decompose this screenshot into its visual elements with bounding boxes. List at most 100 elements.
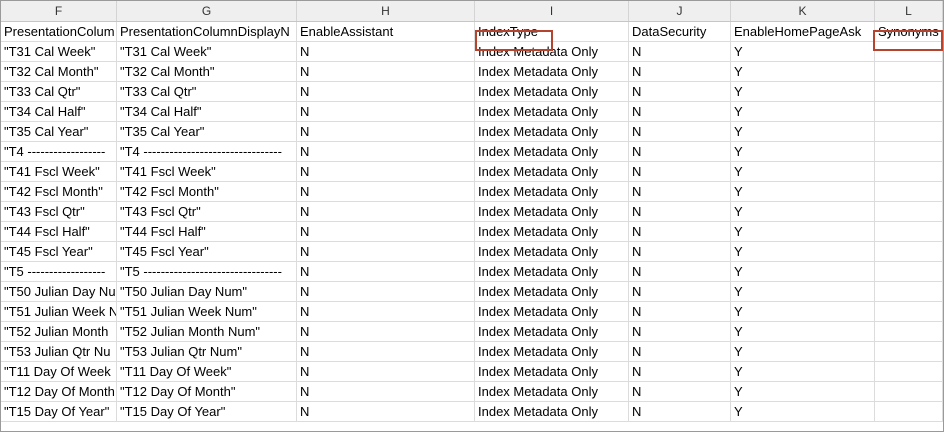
cell-enable-assistant[interactable]: N bbox=[297, 162, 475, 182]
cell-synonyms[interactable] bbox=[875, 82, 943, 102]
cell-presentation-column[interactable]: "T51 Julian Week N bbox=[1, 302, 117, 322]
cell-presentation-column[interactable]: "T52 Julian Month bbox=[1, 322, 117, 342]
cell-synonyms[interactable] bbox=[875, 202, 943, 222]
cell-index-type[interactable]: Index Metadata Only bbox=[475, 302, 629, 322]
cell-synonyms[interactable] bbox=[875, 262, 943, 282]
cell-enable-assistant[interactable]: N bbox=[297, 322, 475, 342]
cell-index-type[interactable]: Index Metadata Only bbox=[475, 182, 629, 202]
cell-presentation-column-display[interactable]: "T11 Day Of Week" bbox=[117, 362, 297, 382]
cell-index-type[interactable]: Index Metadata Only bbox=[475, 362, 629, 382]
cell-presentation-column-display[interactable]: "T15 Day Of Year" bbox=[117, 402, 297, 422]
cell-data-security[interactable]: N bbox=[629, 362, 731, 382]
cell-enable-assistant[interactable]: N bbox=[297, 282, 475, 302]
cell-synonyms[interactable] bbox=[875, 402, 943, 422]
cell-data-security[interactable]: N bbox=[629, 82, 731, 102]
cell-synonyms[interactable] bbox=[875, 242, 943, 262]
cell-enable-assistant[interactable]: N bbox=[297, 242, 475, 262]
cell-presentation-column-display[interactable]: "T32 Cal Month" bbox=[117, 62, 297, 82]
cell-presentation-column[interactable]: "T4 ------------------ bbox=[1, 142, 117, 162]
cell-enable-home-page-ask[interactable]: Y bbox=[731, 122, 875, 142]
cell-enable-assistant[interactable]: N bbox=[297, 302, 475, 322]
cell-data-security[interactable]: N bbox=[629, 322, 731, 342]
cell-synonyms[interactable] bbox=[875, 62, 943, 82]
cell-enable-home-page-ask[interactable]: Y bbox=[731, 262, 875, 282]
cell-presentation-column[interactable]: "T34 Cal Half" bbox=[1, 102, 117, 122]
cell-enable-home-page-ask[interactable]: Y bbox=[731, 302, 875, 322]
cell-synonyms[interactable] bbox=[875, 282, 943, 302]
cell-presentation-column-display[interactable]: "T4 -------------------------------- bbox=[117, 142, 297, 162]
cell-synonyms[interactable] bbox=[875, 322, 943, 342]
cell-presentation-column-display[interactable]: "T41 Fscl Week" bbox=[117, 162, 297, 182]
column-header-f[interactable]: F bbox=[1, 1, 117, 21]
cell-presentation-column-display[interactable]: "T34 Cal Half" bbox=[117, 102, 297, 122]
cell-presentation-column[interactable]: "T53 Julian Qtr Nu bbox=[1, 342, 117, 362]
cell-header-enable-home-page-ask[interactable]: EnableHomePageAsk bbox=[731, 22, 875, 42]
cell-presentation-column-display[interactable]: "T52 Julian Month Num" bbox=[117, 322, 297, 342]
cell-enable-assistant[interactable]: N bbox=[297, 42, 475, 62]
cell-enable-assistant[interactable]: N bbox=[297, 262, 475, 282]
cell-synonyms[interactable] bbox=[875, 122, 943, 142]
cell-enable-assistant[interactable]: N bbox=[297, 82, 475, 102]
cell-index-type[interactable]: Index Metadata Only bbox=[475, 322, 629, 342]
cell-presentation-column-display[interactable]: "T44 Fscl Half" bbox=[117, 222, 297, 242]
cell-data-security[interactable]: N bbox=[629, 282, 731, 302]
cell-synonyms[interactable] bbox=[875, 42, 943, 62]
cell-synonyms[interactable] bbox=[875, 162, 943, 182]
cell-presentation-column[interactable]: "T31 Cal Week" bbox=[1, 42, 117, 62]
cell-data-security[interactable]: N bbox=[629, 382, 731, 402]
cell-presentation-column[interactable]: "T12 Day Of Month bbox=[1, 382, 117, 402]
cell-enable-assistant[interactable]: N bbox=[297, 342, 475, 362]
cell-index-type[interactable]: Index Metadata Only bbox=[475, 222, 629, 242]
cell-data-security[interactable]: N bbox=[629, 162, 731, 182]
cell-index-type[interactable]: Index Metadata Only bbox=[475, 142, 629, 162]
cell-enable-home-page-ask[interactable]: Y bbox=[731, 142, 875, 162]
cell-presentation-column-display[interactable]: "T35 Cal Year" bbox=[117, 122, 297, 142]
cell-index-type[interactable]: Index Metadata Only bbox=[475, 82, 629, 102]
cell-enable-home-page-ask[interactable]: Y bbox=[731, 62, 875, 82]
cell-data-security[interactable]: N bbox=[629, 42, 731, 62]
cell-data-security[interactable]: N bbox=[629, 262, 731, 282]
cell-header-presentation-column-display[interactable]: PresentationColumnDisplayN bbox=[117, 22, 297, 42]
cell-synonyms[interactable] bbox=[875, 182, 943, 202]
column-header-j[interactable]: J bbox=[629, 1, 731, 21]
cell-enable-assistant[interactable]: N bbox=[297, 202, 475, 222]
cell-enable-home-page-ask[interactable]: Y bbox=[731, 42, 875, 62]
cell-data-security[interactable]: N bbox=[629, 222, 731, 242]
cell-header-index-type[interactable]: IndexType bbox=[475, 22, 629, 42]
cell-presentation-column[interactable]: "T5 ------------------ bbox=[1, 262, 117, 282]
cell-presentation-column[interactable]: "T42 Fscl Month" bbox=[1, 182, 117, 202]
cell-index-type[interactable]: Index Metadata Only bbox=[475, 242, 629, 262]
cell-index-type[interactable]: Index Metadata Only bbox=[475, 282, 629, 302]
cell-index-type[interactable]: Index Metadata Only bbox=[475, 162, 629, 182]
cell-presentation-column[interactable]: "T41 Fscl Week" bbox=[1, 162, 117, 182]
column-header-i[interactable]: I bbox=[475, 1, 629, 21]
cell-enable-home-page-ask[interactable]: Y bbox=[731, 362, 875, 382]
cell-presentation-column-display[interactable]: "T33 Cal Qtr" bbox=[117, 82, 297, 102]
cell-presentation-column[interactable]: "T15 Day Of Year" bbox=[1, 402, 117, 422]
cell-presentation-column[interactable]: "T44 Fscl Half" bbox=[1, 222, 117, 242]
cell-synonyms[interactable] bbox=[875, 382, 943, 402]
cell-synonyms[interactable] bbox=[875, 222, 943, 242]
cell-enable-home-page-ask[interactable]: Y bbox=[731, 322, 875, 342]
cell-enable-home-page-ask[interactable]: Y bbox=[731, 202, 875, 222]
cell-data-security[interactable]: N bbox=[629, 342, 731, 362]
cell-presentation-column[interactable]: "T32 Cal Month" bbox=[1, 62, 117, 82]
column-header-h[interactable]: H bbox=[297, 1, 475, 21]
cell-enable-home-page-ask[interactable]: Y bbox=[731, 182, 875, 202]
cell-header-synonyms[interactable]: Synonyms bbox=[875, 22, 943, 42]
column-header-k[interactable]: K bbox=[731, 1, 875, 21]
cell-data-security[interactable]: N bbox=[629, 102, 731, 122]
cell-header-data-security[interactable]: DataSecurity bbox=[629, 22, 731, 42]
cell-presentation-column-display[interactable]: "T5 -------------------------------- bbox=[117, 262, 297, 282]
cell-index-type[interactable]: Index Metadata Only bbox=[475, 262, 629, 282]
cell-index-type[interactable]: Index Metadata Only bbox=[475, 382, 629, 402]
cell-presentation-column[interactable]: "T43 Fscl Qtr" bbox=[1, 202, 117, 222]
cell-enable-assistant[interactable]: N bbox=[297, 62, 475, 82]
cell-synonyms[interactable] bbox=[875, 142, 943, 162]
cell-synonyms[interactable] bbox=[875, 362, 943, 382]
cell-presentation-column-display[interactable]: "T12 Day Of Month" bbox=[117, 382, 297, 402]
cell-index-type[interactable]: Index Metadata Only bbox=[475, 202, 629, 222]
cell-enable-home-page-ask[interactable]: Y bbox=[731, 162, 875, 182]
cell-enable-assistant[interactable]: N bbox=[297, 102, 475, 122]
cell-enable-assistant[interactable]: N bbox=[297, 182, 475, 202]
